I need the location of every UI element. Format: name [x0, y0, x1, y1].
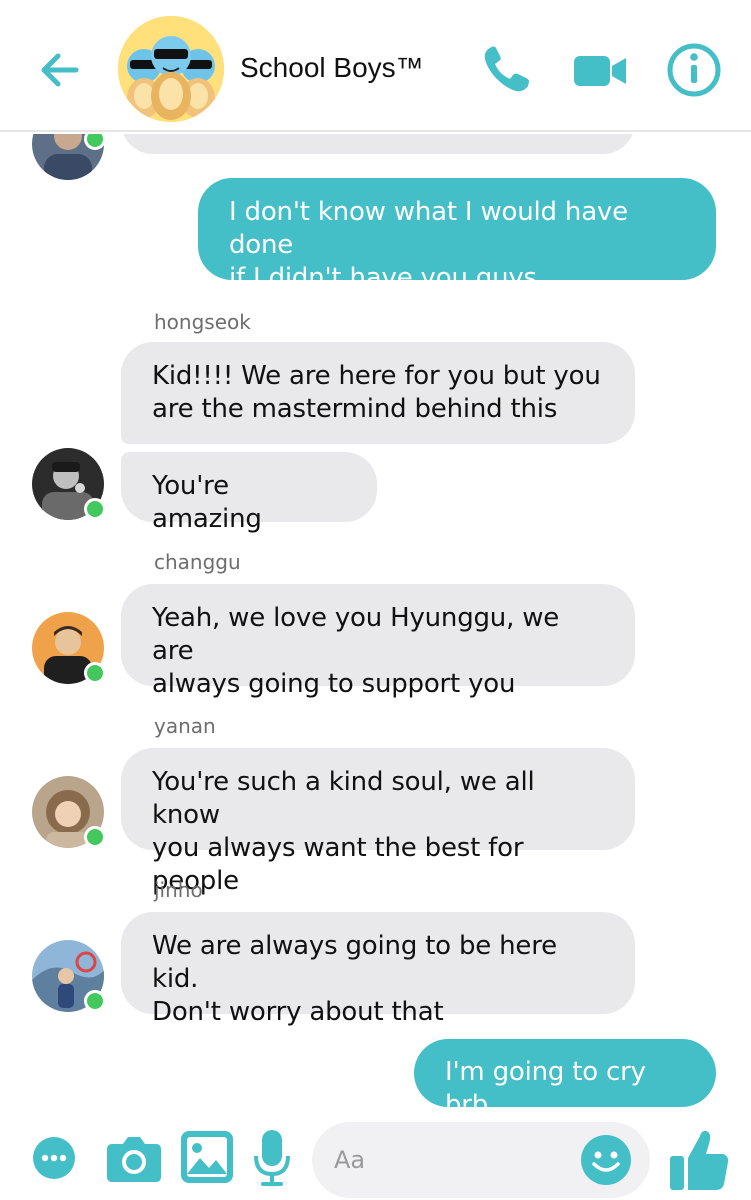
- thumbs-up-icon[interactable]: [668, 1126, 730, 1192]
- sender-name: hongseok: [154, 310, 251, 334]
- conversation-title[interactable]: School Boys™: [240, 52, 424, 84]
- camera-icon[interactable]: [106, 1132, 162, 1184]
- message-composer: [0, 1112, 751, 1200]
- microphone-icon[interactable]: [252, 1128, 292, 1188]
- conversation-header: School Boys™: [0, 0, 751, 132]
- online-status-dot: [84, 990, 106, 1012]
- message-input[interactable]: [334, 1138, 574, 1182]
- sender-name: changgu: [154, 550, 241, 574]
- message-bubble-incoming[interactable]: You're amazing: [121, 452, 377, 534]
- online-status-dot: [84, 826, 106, 848]
- video-camera-icon[interactable]: [570, 40, 630, 100]
- phone-icon[interactable]: [476, 40, 536, 100]
- message-bubble-incoming[interactable]: You're such a kind soul, we all know you…: [121, 748, 635, 896]
- message-bubble-incoming[interactable]: [121, 134, 635, 154]
- online-status-dot: [84, 662, 106, 684]
- message-thread[interactable]: I don't know what I would have done if I…: [0, 134, 751, 1112]
- more-dots-icon[interactable]: [32, 1136, 76, 1180]
- group-avatar[interactable]: [118, 16, 224, 122]
- smiley-icon[interactable]: [580, 1134, 632, 1186]
- message-input-box[interactable]: [312, 1122, 650, 1198]
- message-bubble-incoming[interactable]: We are always going to be here kid. Don'…: [121, 912, 635, 1027]
- message-bubble-outgoing[interactable]: I don't know what I would have done if I…: [198, 178, 716, 293]
- message-bubble-incoming[interactable]: Yeah, we love you Hyunggu, we are always…: [121, 584, 635, 699]
- online-status-dot: [84, 498, 106, 520]
- info-icon[interactable]: [664, 40, 724, 100]
- message-bubble-outgoing[interactable]: I'm going to cry brb: [414, 1039, 716, 1112]
- back-arrow-icon[interactable]: [36, 46, 84, 94]
- sender-name: jinho: [154, 878, 203, 902]
- sender-name: yanan: [154, 714, 216, 738]
- image-icon[interactable]: [180, 1130, 234, 1184]
- message-bubble-incoming[interactable]: Kid!!!! We are here for you but you are …: [121, 342, 635, 444]
